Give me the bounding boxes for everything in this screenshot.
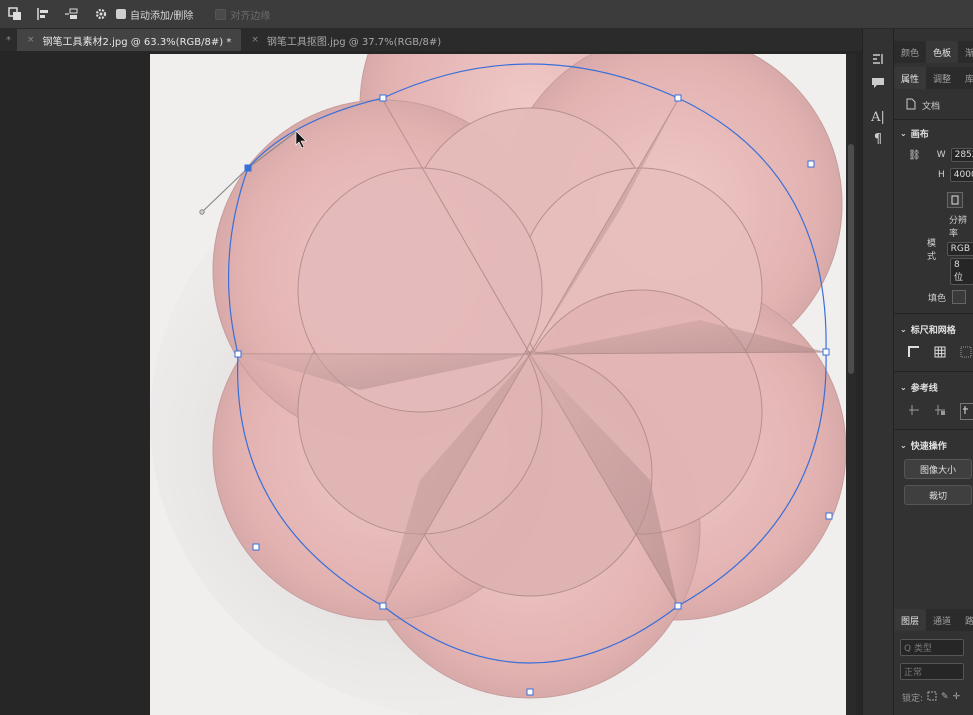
width-input[interactable]: 2852 — [950, 148, 973, 162]
tab-channels[interactable]: 通道 — [926, 609, 958, 631]
rulers-grids-section-label: 标尺和网格 — [910, 325, 956, 336]
tab-adjustments[interactable]: 调整 — [926, 67, 958, 89]
options-bar: 自动添加/删除 对齐边缘 — [0, 0, 973, 29]
canvas-section-label: 画布 — [910, 129, 929, 140]
layers-filter-input[interactable]: Q 类型 — [900, 638, 964, 656]
tab-document-1[interactable]: × 钢笔工具素材2.jpg @ 63.3%(RGB/8#) * — [17, 29, 242, 51]
crop-button[interactable]: 裁切 — [904, 485, 972, 505]
blend-mode-select[interactable]: 正常 — [900, 662, 964, 680]
fill-label: 填色 — [928, 293, 947, 304]
auto-add-delete-label: 自动添加/删除 — [130, 10, 194, 22]
character-icon[interactable]: A| — [870, 109, 886, 125]
document-tab-bar: * × 钢笔工具素材2.jpg @ 63.3%(RGB/8#) * × 钢笔工具… — [0, 29, 862, 51]
tab-document-2-label: 钢笔工具抠图.jpg @ 37.7%(RGB/8#) — [266, 36, 442, 48]
width-label: W — [936, 150, 946, 160]
tab-swatches[interactable]: 色板 — [926, 41, 959, 63]
orientation-row — [894, 191, 973, 209]
lock-row: 锁定: ✎ ✛ — [894, 689, 973, 705]
paragraph-icon[interactable]: ¶ — [870, 131, 886, 147]
image-size-button[interactable]: 图像大小 — [904, 459, 972, 479]
tab-document-1-label: 钢笔工具素材2.jpg @ 63.3%(RGB/8#) * — [42, 36, 232, 48]
guide-layout-icon[interactable] — [908, 404, 920, 419]
divider — [894, 313, 973, 314]
panel-icon-strip: A| ¶ — [862, 29, 893, 715]
blend-mode-row: 正常 — [894, 662, 973, 680]
auto-add-delete-checkbox[interactable] — [116, 9, 126, 19]
rulers-grids-section-header[interactable]: ⌄ 标尺和网格 — [894, 321, 973, 337]
mode-select[interactable]: RGB — [946, 242, 973, 256]
gear-icon[interactable] — [94, 7, 108, 21]
layers-panel-tabs: 图层 通道 路 — [894, 609, 973, 631]
chevron-down-icon: ⌄ — [900, 324, 907, 334]
fill-row: 填色 — [894, 289, 973, 305]
document-canvas[interactable] — [150, 54, 846, 715]
grid-icon[interactable] — [934, 346, 946, 361]
tab-libraries[interactable]: 库 — [958, 67, 973, 89]
pixel-grid-icon[interactable] — [960, 346, 972, 361]
lock-transparent-pixels-icon[interactable] — [927, 691, 937, 704]
document-icon — [906, 98, 916, 113]
chevron-down-icon: ⌄ — [900, 382, 907, 392]
quick-actions-section-label: 快速操作 — [910, 441, 947, 452]
resolution-row: 分辨率 — [894, 216, 973, 239]
properties-panel-tabs: 属性 调整 库 — [894, 67, 973, 89]
canvas-section-header[interactable]: ⌄ 画布 — [894, 125, 973, 141]
height-input[interactable]: 4000 — [949, 168, 973, 182]
history-icon[interactable] — [870, 51, 886, 67]
link-icon[interactable]: ⛓ — [908, 150, 921, 161]
canvas-vertical-scrollbar[interactable] — [846, 54, 856, 715]
align-edges-label: 对齐边缘 — [230, 10, 271, 22]
resolution-label: 分辨率 — [949, 216, 968, 239]
fill-swatch[interactable] — [952, 290, 967, 304]
portrait-orientation-icon[interactable] — [947, 192, 963, 208]
tab-layers[interactable]: 图层 — [894, 609, 927, 631]
bits-row: 8 位 — [894, 257, 973, 285]
divider — [894, 371, 973, 372]
rulers-grids-icons — [894, 345, 973, 361]
tab-properties[interactable]: 属性 — [894, 67, 927, 89]
layers-filter-row: Q 类型 — [894, 638, 973, 656]
brush-icon[interactable]: ✎ — [941, 692, 949, 702]
ruler-icon[interactable] — [908, 345, 920, 361]
divider — [894, 429, 973, 430]
close-icon[interactable]: × — [251, 35, 259, 45]
chevron-down-icon: ⌄ — [900, 440, 907, 450]
mode-label: 模式 — [927, 239, 937, 262]
quick-actions-section-header[interactable]: ⌄ 快速操作 — [894, 437, 973, 453]
align-edges-checkbox[interactable] — [215, 8, 227, 20]
height-label: H — [938, 170, 945, 180]
divider — [894, 119, 973, 120]
tab-document-2[interactable]: × 钢笔工具抠图.jpg @ 37.7%(RGB/8#) — [241, 29, 451, 51]
document-label: 文档 — [922, 101, 941, 112]
document-row: 文档 — [894, 95, 973, 115]
guides-section-label: 参考线 — [910, 383, 938, 394]
color-panel-tabs: 颜色 色板 渐 — [894, 41, 973, 63]
guides-icons — [894, 402, 973, 420]
flower-artwork — [150, 54, 846, 715]
width-row: ⛓ W 2852 — [894, 147, 973, 163]
properties-panel: 颜色 色板 渐 属性 调整 库 文档 ⌄ 画布 ⛓ W 2852 H 4000 … — [893, 29, 973, 715]
comment-icon[interactable] — [870, 75, 886, 91]
pen-path-operations-icon[interactable] — [8, 7, 22, 21]
tab-overflow-icon[interactable]: * — [0, 29, 17, 51]
move-icon[interactable]: ✛ — [953, 692, 961, 702]
tab-color[interactable]: 颜色 — [894, 41, 926, 63]
lock-label: 锁定: — [902, 693, 924, 704]
path-arrangement-icon[interactable] — [64, 7, 78, 21]
tab-paths[interactable]: 路 — [958, 609, 973, 631]
path-alignment-icon[interactable] — [36, 7, 50, 21]
tab-gradient[interactable]: 渐 — [958, 41, 973, 63]
chevron-down-icon: ⌄ — [900, 128, 907, 138]
scrollbar-thumb[interactable] — [848, 144, 854, 374]
guide-from-shape-icon[interactable] — [960, 402, 973, 420]
mode-row: 模式 RGB — [894, 239, 973, 262]
height-row: H 4000 — [894, 167, 973, 183]
guides-section-header[interactable]: ⌄ 参考线 — [894, 379, 973, 395]
new-guide-layout-icon[interactable] — [934, 404, 946, 419]
bit-depth-select[interactable]: 8 位 — [950, 257, 973, 285]
close-icon[interactable]: × — [27, 35, 35, 45]
